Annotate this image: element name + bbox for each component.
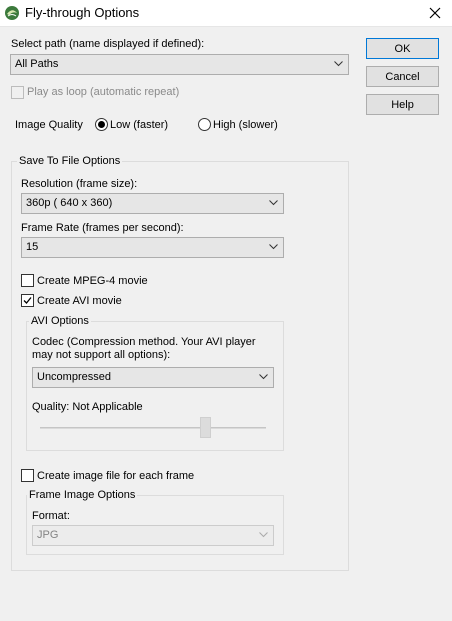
loop-label: Play as loop (automatic repeat) <box>27 86 180 98</box>
quality-slider-track <box>40 427 266 429</box>
framerate-select[interactable]: 15 <box>21 237 284 258</box>
codec-label-line2: may not support all options): <box>32 349 171 361</box>
frame-image-options-title: Frame Image Options <box>27 489 138 501</box>
quality-low-radio[interactable] <box>95 118 108 131</box>
avi-quality-label: Quality: Not Applicable <box>32 401 143 413</box>
chevron-down-icon <box>269 200 278 206</box>
codec-select[interactable]: Uncompressed <box>32 367 274 388</box>
quality-high-label: High (slower) <box>213 119 278 131</box>
quality-high-radio[interactable] <box>198 118 211 131</box>
resolution-select[interactable]: 360p ( 640 x 360) <box>21 193 284 214</box>
app-logo-icon <box>5 6 19 20</box>
checkmark-icon <box>23 297 32 304</box>
save-to-file-title: Save To File Options <box>17 155 123 167</box>
chevron-down-icon <box>334 61 343 67</box>
format-label: Format: <box>32 510 70 522</box>
resolution-label: Resolution (frame size): <box>21 178 138 190</box>
cancel-button[interactable]: Cancel <box>366 66 439 87</box>
format-select-value: JPG <box>37 529 59 541</box>
path-select[interactable]: All Paths <box>10 54 349 75</box>
resolution-select-value: 360p ( 640 x 360) <box>26 197 113 209</box>
image-per-frame-label: Create image file for each frame <box>37 470 195 482</box>
quality-slider-thumb[interactable] <box>200 417 211 438</box>
avi-label: Create AVI movie <box>37 295 122 307</box>
quality-low-label: Low (faster) <box>110 119 169 131</box>
mpeg-checkbox[interactable] <box>21 274 34 287</box>
framerate-label: Frame Rate (frames per second): <box>21 222 184 234</box>
image-per-frame-checkbox[interactable] <box>21 469 34 482</box>
loop-checkbox[interactable] <box>11 86 24 99</box>
path-select-value: All Paths <box>15 58 59 70</box>
codec-select-value: Uncompressed <box>37 371 111 383</box>
chevron-down-icon <box>259 374 268 380</box>
window-title: Fly-through Options <box>25 5 140 20</box>
chevron-down-icon <box>259 532 268 538</box>
ok-button[interactable]: OK <box>366 38 439 59</box>
path-label: Select path (name displayed if defined): <box>11 38 205 50</box>
radio-selected-dot <box>98 121 105 128</box>
image-quality-label: Image Quality <box>15 119 83 131</box>
mpeg-label: Create MPEG-4 movie <box>37 275 148 287</box>
help-button[interactable]: Help <box>366 94 439 115</box>
format-select[interactable]: JPG <box>32 525 274 546</box>
avi-checkbox[interactable] <box>21 294 34 307</box>
codec-label-line1: Codec (Compression method. Your AVI play… <box>32 336 256 348</box>
avi-options-title: AVI Options <box>29 315 91 327</box>
chevron-down-icon <box>269 244 278 250</box>
framerate-select-value: 15 <box>26 241 39 253</box>
close-icon[interactable] <box>424 3 446 23</box>
title-bar: Fly-through Options <box>0 0 452 27</box>
